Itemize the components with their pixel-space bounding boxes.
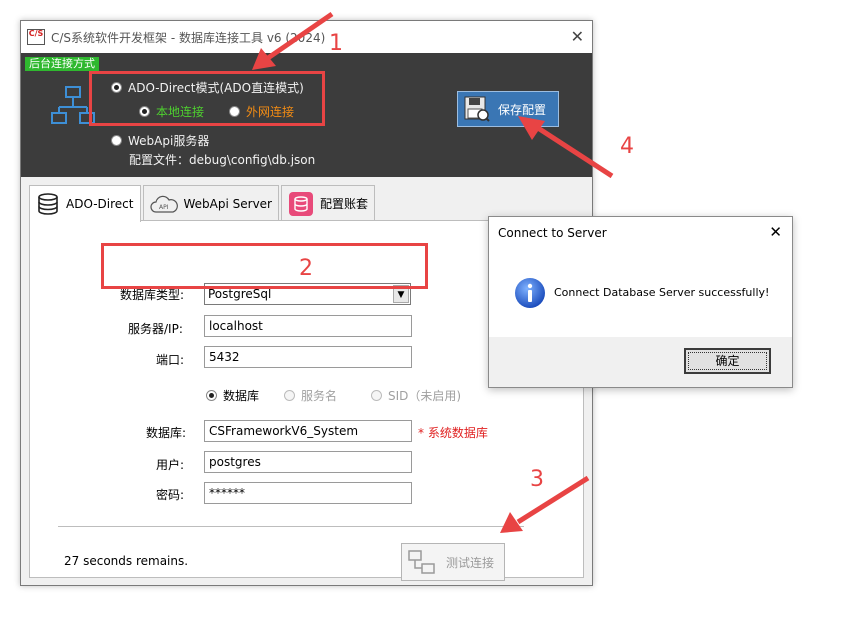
local-connection-label: 本地连接 [156, 105, 205, 119]
external-connection-label: 外网连接 [246, 105, 295, 119]
database-icon [38, 193, 58, 215]
webapi-radio[interactable]: WebApi服务器 [111, 132, 209, 149]
dialog-title: Connect to Server [498, 226, 607, 240]
password-input[interactable]: ****** [204, 482, 412, 504]
db-type-select[interactable]: PostgreSql ▼ [204, 283, 411, 305]
webapi-radio-dot[interactable] [111, 135, 122, 146]
radio-sid[interactable]: SID（未启用) [371, 387, 461, 404]
dialog-message: Connect Database Server successfully! [554, 286, 770, 299]
tab-account-config-label: 配置账套 [320, 197, 369, 211]
annotation-number-1: 1 [329, 31, 343, 56]
radio-database[interactable]: 数据库 [206, 387, 259, 404]
radio-database-dot[interactable] [206, 390, 217, 401]
ado-direct-label: ADO-Direct模式(ADO直连模式) [128, 81, 304, 95]
port-label: 端口: [156, 353, 185, 367]
annotation-number-3: 3 [530, 467, 544, 492]
ado-direct-radio-dot[interactable] [111, 82, 122, 93]
server-input[interactable]: localhost [204, 315, 412, 337]
close-icon[interactable]: ✕ [571, 27, 584, 46]
ok-button[interactable]: 确定 [684, 348, 771, 374]
svg-text:API: API [159, 204, 169, 211]
ado-direct-radio[interactable]: ADO-Direct模式(ADO直连模式) [111, 79, 304, 96]
connection-test-icon [408, 550, 435, 574]
tab-ado-direct-label: ADO-Direct [66, 197, 134, 211]
tab-strip: ADO-Direct API WebApi Server 配置账套 [29, 185, 377, 222]
user-input[interactable]: postgres [204, 451, 412, 473]
local-radio-dot[interactable] [139, 106, 150, 117]
annotation-number-4: 4 [620, 134, 634, 159]
save-config-button[interactable]: 保存配置 [457, 91, 559, 127]
title-bar: C/S C/S系统软件开发框架 - 数据库连接工具 v6 (2024) ✕ [21, 21, 592, 53]
save-disk-icon [464, 96, 490, 122]
tab-ado-direct[interactable]: ADO-Direct [29, 185, 141, 222]
user-label: 用户: [156, 458, 185, 472]
chevron-down-icon[interactable]: ▼ [393, 285, 409, 303]
server-label: 服务器/IP: [128, 322, 183, 336]
external-connection-radio[interactable]: 外网连接 [229, 103, 294, 120]
webapi-label: WebApi服务器 [128, 134, 210, 148]
dialog-close-icon[interactable]: ✕ [769, 223, 782, 241]
db-type-value: PostgreSql [208, 287, 272, 301]
radio-service-label: 服务名 [301, 389, 338, 403]
db-type-label: 数据库类型: [120, 288, 185, 302]
database-hint: * 系统数据库 [418, 426, 488, 440]
tab-account-config[interactable]: 配置账套 [281, 185, 376, 221]
password-label: 密码: [156, 488, 185, 502]
radio-sid-label: SID（未启用) [388, 389, 462, 403]
config-file-path: 配置文件：debug\config\db.json [129, 153, 316, 167]
connection-mode-panel: 后台连接方式 ADO-Direct模式(ADO直连模式) 本地连接 外网连接 W… [21, 53, 592, 177]
window-title: C/S系统软件开发框架 - 数据库连接工具 v6 (2024) [51, 31, 326, 45]
radio-service-dot[interactable] [284, 390, 295, 401]
test-connection-button[interactable]: 测试连接 [401, 543, 505, 581]
port-input[interactable]: 5432 [204, 346, 412, 368]
connect-server-dialog: Connect to Server ✕ Connect Database Ser… [488, 216, 793, 388]
local-connection-radio[interactable]: 本地连接 [139, 103, 204, 120]
divider [58, 526, 524, 527]
countdown-text: 27 seconds remains. [64, 554, 189, 568]
mode-badge: 后台连接方式 [25, 57, 99, 71]
tab-webapi-server-label: WebApi Server [183, 196, 273, 211]
database-label: 数据库: [146, 426, 187, 440]
annotation-number-2: 2 [299, 256, 313, 281]
external-radio-dot[interactable] [229, 106, 240, 117]
test-connection-label: 测试连接 [446, 555, 495, 570]
tab-webapi-server[interactable]: API WebApi Server [142, 185, 279, 221]
account-db-icon [289, 191, 313, 216]
save-config-label: 保存配置 [498, 102, 547, 117]
radio-sid-dot[interactable] [371, 390, 382, 401]
app-logo-icon: C/S [27, 29, 45, 45]
info-icon [515, 278, 545, 308]
cloud-api-icon: API [149, 195, 178, 213]
dialog-footer: 确定 [489, 337, 792, 387]
radio-service-name[interactable]: 服务名 [284, 387, 337, 404]
radio-database-label: 数据库 [223, 389, 260, 403]
network-icon [51, 86, 95, 124]
database-input[interactable]: CSFrameworkV6_System [204, 420, 412, 442]
